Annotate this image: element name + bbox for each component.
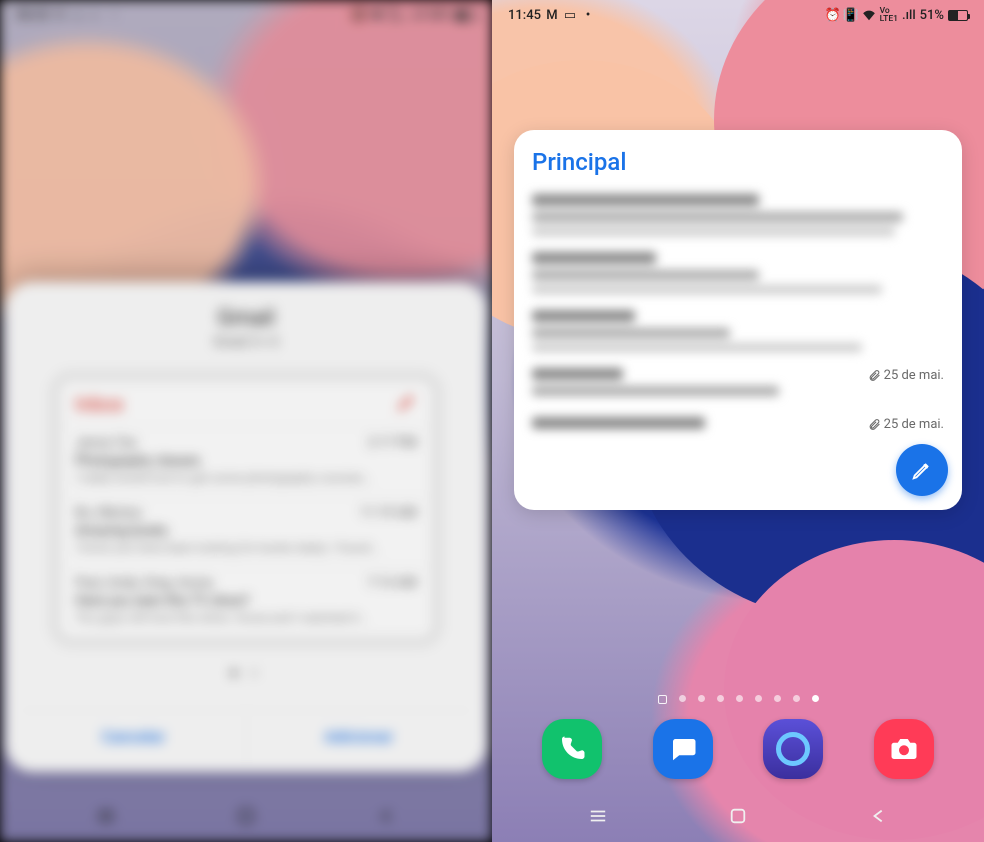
status-bar-right: 11:45 M ▭ • ⏰ 📳 VoLTE1 .ıll 51% — [492, 0, 984, 30]
preview-message-row: Bo, Nikolus11:19 AM Amazing books I know… — [61, 496, 431, 566]
widget-folder-label[interactable]: Principal — [532, 148, 944, 176]
recents-button[interactable] — [563, 802, 633, 830]
widget-mail-date: 25 de mai. — [862, 417, 944, 432]
compose-fab[interactable] — [896, 444, 948, 496]
widget-preview[interactable]: Inbox Jenna Tan2:17 PM Photography class… — [49, 370, 443, 648]
more-statusbar-icon: • — [107, 8, 121, 22]
camera-app-icon[interactable] — [874, 719, 934, 779]
alarm-icon: ⏰ — [826, 8, 840, 22]
nav-bar — [0, 790, 492, 842]
vibrate-icon: 📳 — [844, 8, 858, 22]
attachment-icon — [868, 418, 881, 431]
back-button[interactable] — [844, 802, 914, 830]
clock: 08:20 — [16, 8, 49, 23]
preview-message-row: Paul, Andy, Greg, Aruna7:13 AM Have you … — [61, 566, 431, 636]
messages-app-icon[interactable] — [653, 719, 713, 779]
widget-add-sheet: Gmail Gmail 3 × 3 Inbox Jenna Tan2:17 PM… — [5, 282, 487, 772]
signal-icon: .ıll — [410, 8, 424, 23]
attachment-icon — [868, 369, 881, 382]
app-statusbar-icon: ◐ — [89, 8, 103, 22]
back-button[interactable] — [352, 802, 422, 830]
card-statusbar-icon: ▭ — [71, 8, 85, 22]
mute-icon: 🔇 — [352, 8, 366, 22]
widget-mail-row[interactable] — [532, 244, 944, 302]
widget-mail-row[interactable]: 25 de mai. — [532, 409, 944, 443]
home-button[interactable] — [211, 802, 281, 830]
signal-icon: .ıll — [902, 8, 916, 23]
battery-percent: 58% — [428, 8, 452, 23]
add-button[interactable]: Adicionar — [247, 711, 472, 762]
sheet-title: Gmail — [21, 306, 471, 331]
widget-mail-row[interactable] — [532, 302, 944, 360]
network-tag: VoLTE1 — [880, 7, 898, 24]
home-page-indicator[interactable] — [492, 695, 984, 704]
home-button[interactable] — [703, 802, 773, 830]
app-dock — [492, 708, 984, 790]
sheet-page-dots: ● ○ — [21, 664, 471, 681]
network-tag: VoLTE1 — [388, 7, 406, 24]
inbox-label: Inbox — [75, 392, 124, 416]
wifi-icon — [862, 8, 876, 22]
phone-app-icon[interactable] — [542, 719, 602, 779]
battery-icon — [948, 10, 968, 21]
gmail-widget[interactable]: Principal 25 de mai. — [514, 130, 962, 510]
widget-mail-row[interactable] — [532, 186, 944, 244]
compose-icon — [397, 392, 417, 416]
sheet-subtitle: Gmail 3 × 3 — [21, 335, 471, 350]
status-bar-left: 08:20 ✉ ▭ ◐ • 🔇 VoLTE1 .ıll 58% — [0, 0, 492, 30]
wifi-icon — [370, 8, 384, 22]
browser-app-icon[interactable] — [763, 719, 823, 779]
gmail-statusbar-icon: M — [545, 8, 559, 22]
clock: 11:45 — [508, 8, 541, 23]
battery-percent: 51% — [920, 8, 944, 23]
home-page-dot[interactable] — [658, 695, 667, 704]
card-statusbar-icon: ▭ — [563, 8, 577, 22]
more-statusbar-icon: • — [581, 8, 595, 22]
widget-mail-date: 25 de mai. — [862, 368, 944, 383]
recents-button[interactable] — [71, 802, 141, 830]
nav-bar — [492, 790, 984, 842]
preview-message-row: Jenna Tan2:17 PM Photography classes I r… — [61, 426, 431, 496]
widget-mail-row[interactable]: 25 de mai. — [532, 360, 944, 409]
cancel-button[interactable]: Cancelar — [21, 711, 246, 762]
battery-icon — [456, 10, 476, 21]
mail-statusbar-icon: ✉ — [53, 8, 67, 22]
